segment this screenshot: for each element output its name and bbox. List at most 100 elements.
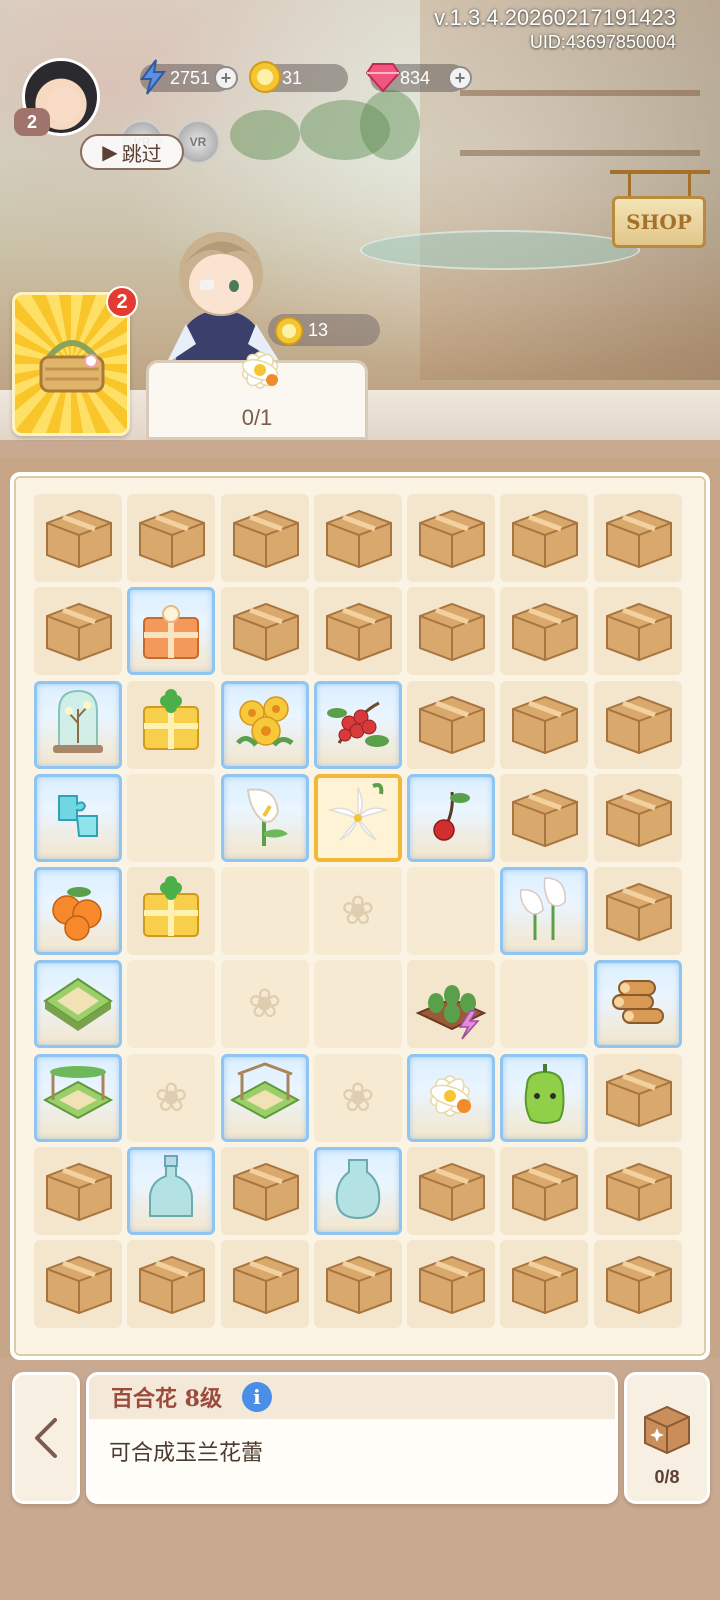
item-description: 可合成玉兰花蕾 [109, 1440, 264, 1465]
board-cell[interactable] [313, 680, 402, 769]
board-cell[interactable] [220, 680, 309, 769]
board-cell[interactable] [407, 587, 496, 676]
board-cell[interactable] [34, 960, 122, 1049]
board-cell[interactable] [407, 867, 496, 956]
board-cell[interactable] [34, 867, 122, 956]
empty-slot-mark-icon: ❀ [341, 1075, 375, 1120]
board-cell[interactable] [127, 867, 216, 956]
board-cell[interactable] [407, 960, 496, 1049]
glass-vase-icon [319, 1150, 397, 1233]
garden-tile-icon [39, 963, 117, 1046]
cardboard-box-icon [412, 1150, 490, 1233]
cardboard-box-icon [599, 683, 677, 766]
board-cell[interactable] [313, 1147, 402, 1236]
cardboard-box-icon [644, 1405, 690, 1455]
board-cell[interactable] [500, 1240, 589, 1329]
storage-count: 0/8 [654, 1467, 680, 1487]
board-cell[interactable] [127, 1147, 216, 1236]
board-cell[interactable] [220, 494, 309, 582]
board-cell[interactable] [407, 680, 496, 769]
board-cell[interactable] [34, 1240, 122, 1329]
coin-value: 31 [282, 67, 303, 88]
board-cell[interactable] [407, 494, 496, 582]
board-cell[interactable] [313, 587, 402, 676]
board-cell[interactable]: ❀ [127, 1053, 216, 1142]
cardboard-box-icon [505, 1243, 583, 1326]
board-cell[interactable] [313, 494, 402, 582]
board-cell[interactable] [127, 680, 216, 769]
board-cell[interactable] [500, 587, 589, 676]
add-energy-button[interactable]: + [214, 66, 238, 90]
board-cell[interactable] [407, 773, 496, 862]
board-cell[interactable] [34, 1147, 122, 1236]
board-cell[interactable] [127, 1240, 216, 1329]
cardboard-box-icon [599, 776, 677, 859]
board-cell[interactable] [593, 1147, 682, 1236]
board-cell[interactable]: ❀ [313, 867, 402, 956]
board-cell[interactable]: ❀ [313, 1053, 402, 1142]
board-cell[interactable] [593, 587, 682, 676]
board-cell[interactable] [313, 773, 402, 862]
board-cell[interactable] [34, 680, 122, 769]
board-cell[interactable] [313, 1240, 402, 1329]
red-berries-icon [319, 683, 397, 766]
board-cell[interactable] [593, 1240, 682, 1329]
table-decoration [360, 230, 640, 270]
board-cell[interactable] [34, 1053, 122, 1142]
board-cell[interactable] [500, 1053, 589, 1142]
board-cell[interactable] [127, 587, 216, 676]
info-icon[interactable]: i [241, 1382, 272, 1412]
board-cell[interactable] [593, 960, 682, 1049]
board-cell[interactable] [593, 867, 682, 956]
board-cell[interactable] [407, 1147, 496, 1236]
add-gems-button[interactable]: + [448, 66, 472, 90]
board-cell[interactable] [407, 1053, 496, 1142]
board-cell[interactable] [34, 773, 122, 862]
board-cell[interactable] [220, 773, 309, 862]
cardboard-box-icon [412, 497, 490, 580]
board-cell[interactable] [593, 1053, 682, 1142]
cardboard-box-icon [39, 590, 117, 673]
board-cell[interactable] [593, 680, 682, 769]
order-card[interactable]: 0/1 [146, 351, 368, 440]
board-cell[interactable] [313, 960, 402, 1049]
board-cell[interactable] [500, 680, 589, 769]
plant-decoration [230, 110, 300, 160]
board-cell[interactable] [407, 1240, 496, 1329]
calla-lilies-icon [505, 870, 583, 953]
item-info-header: 百合花 8级 i [89, 1375, 615, 1419]
bell-jar-icon [39, 683, 117, 766]
empty-slot-mark-icon: ❀ [247, 982, 282, 1027]
board-cell[interactable] [34, 494, 122, 582]
board-cell[interactable] [127, 494, 216, 582]
skip-label: 跳过 [121, 143, 162, 166]
back-button[interactable] [12, 1372, 80, 1504]
board-cell[interactable] [593, 773, 682, 862]
board-cell[interactable] [127, 960, 216, 1049]
board-cell[interactable] [220, 1053, 309, 1142]
board-cell[interactable] [500, 867, 589, 956]
gold-coin-icon [246, 58, 284, 96]
skip-button[interactable]: ▶ 跳过 [80, 134, 184, 170]
board-cell[interactable] [500, 1147, 589, 1236]
cardboard-box-icon [226, 497, 304, 580]
board-cell[interactable] [34, 587, 122, 676]
green-pepper-icon [505, 1056, 583, 1139]
shop-button[interactable]: SHOP [612, 196, 706, 248]
board-cell[interactable] [500, 773, 589, 862]
shop-hook [688, 170, 691, 198]
board-cell[interactable] [220, 1240, 309, 1329]
avatar-face [47, 87, 81, 123]
board-cell[interactable] [220, 1147, 309, 1236]
board-cell[interactable]: ❀ [220, 960, 309, 1049]
storage-box-button[interactable]: 0/8 [624, 1372, 710, 1504]
cardboard-box-icon [226, 590, 304, 673]
board-cell[interactable] [593, 494, 682, 582]
cardboard-box-icon [412, 683, 490, 766]
board-cell[interactable] [220, 587, 309, 676]
board-cell[interactable] [220, 867, 309, 956]
board-cell[interactable] [500, 960, 589, 1049]
board-cell[interactable] [500, 494, 589, 582]
sapling-planter-icon [412, 963, 490, 1046]
board-cell[interactable] [127, 773, 216, 862]
